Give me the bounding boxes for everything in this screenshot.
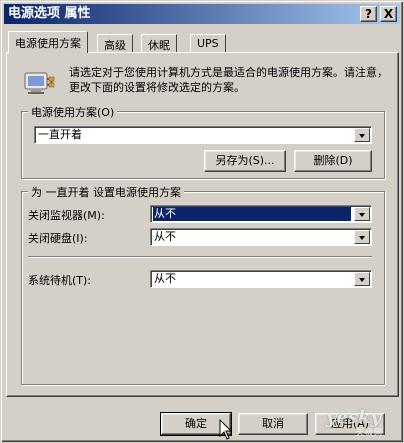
standby-label: 系统待机(T): [28, 274, 92, 287]
tab-label: 高级 [104, 39, 126, 52]
tab-advanced[interactable]: 高级 [97, 34, 133, 52]
scheme-group-legend: 电源使用方案(O) [28, 104, 118, 120]
chevron-down-icon[interactable] [354, 230, 370, 244]
chevron-down-icon[interactable] [354, 207, 370, 221]
watermark-subtext: 天极网 [356, 428, 383, 437]
tab-label: 休眠 [148, 39, 170, 52]
power-plug-icon [24, 72, 55, 94]
chevron-down-icon[interactable] [354, 272, 370, 286]
dialog-window: 电源选项 属性 ? X 电源使用方案 高级 休眠 UPS 请选定对于您使用计算机… [0, 0, 404, 443]
standby-select[interactable]: 从不 [150, 270, 372, 288]
window-title: 电源选项 属性 [8, 6, 91, 21]
intro-text: 请选定对于您使用计算机方式是最适合的电源使用方案。请注意，更改下面的设置将修改选… [69, 66, 388, 94]
tab-hibernate[interactable]: 休眠 [141, 34, 177, 52]
cancel-button[interactable]: 取消 [238, 413, 308, 435]
tab-label: UPS [197, 37, 219, 50]
harddisk-select-value: 从不 [154, 230, 176, 243]
divider [28, 256, 372, 258]
scheme-select[interactable]: 一直开着 [34, 126, 372, 144]
close-button[interactable]: X [380, 6, 397, 22]
monitor-label: 关闭监视器(M): [28, 209, 105, 222]
tab-panel: 请选定对于您使用计算机方式是最适合的电源使用方案。请注意，更改下面的设置将修改选… [6, 52, 399, 397]
watermark-logo: yesky [326, 407, 381, 428]
harddisk-label: 关闭硬盘(I): [28, 232, 88, 245]
scheme-select-value: 一直开着 [38, 128, 82, 141]
mouse-cursor-icon [219, 419, 233, 440]
settings-group: 为 一直开着 设置电源使用方案 关闭监视器(M): 从不 关闭硬盘(I): 从不… [21, 184, 385, 385]
standby-select-value: 从不 [154, 272, 176, 285]
title-bar[interactable]: 电源选项 属性 ? X [4, 4, 400, 24]
delete-button[interactable]: 删除(D) [294, 150, 372, 172]
tab-label: 电源使用方案 [15, 37, 81, 50]
tab-power-schemes[interactable]: 电源使用方案 [8, 31, 88, 53]
chevron-down-icon[interactable] [354, 128, 370, 142]
monitor-select[interactable]: 从不 [150, 205, 372, 223]
scheme-group: 电源使用方案(O) 一直开着 另存为(S)... 删除(D) [21, 104, 385, 179]
monitor-select-value: 从不 [153, 207, 351, 221]
tab-ups[interactable]: UPS [190, 34, 226, 52]
help-button[interactable]: ? [360, 6, 377, 22]
harddisk-select[interactable]: 从不 [150, 228, 372, 246]
save-as-button[interactable]: 另存为(S)... [204, 150, 286, 172]
settings-group-legend: 为 一直开着 设置电源使用方案 [28, 184, 184, 200]
